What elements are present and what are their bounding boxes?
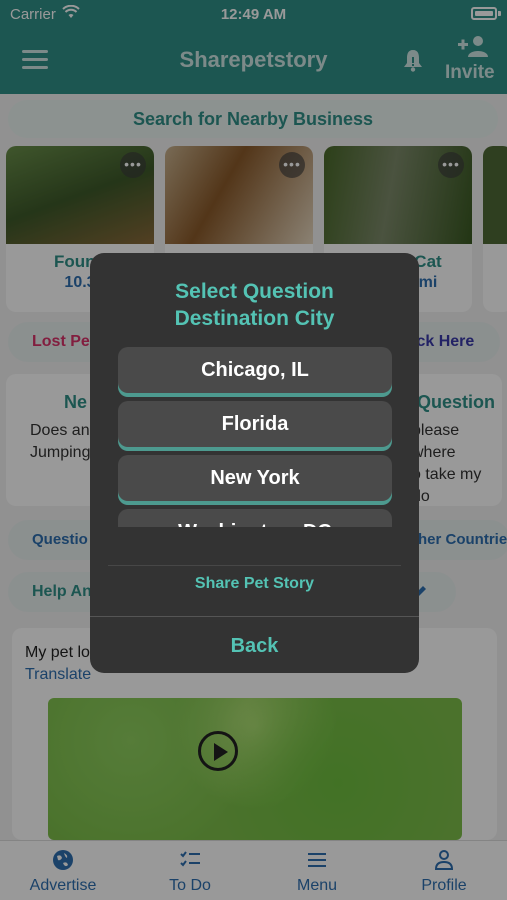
select-city-dialog: Select Question Destination City Chicago…: [90, 253, 419, 673]
divider: [108, 565, 401, 566]
city-option-washington[interactable]: Washington, DC: [118, 509, 392, 527]
city-option-new-york[interactable]: New York: [118, 455, 392, 501]
city-options-list[interactable]: Chicago, IL Florida New York Washington,…: [118, 347, 392, 527]
dialog-title: Select Question Destination City: [174, 280, 335, 330]
divider: [90, 616, 419, 617]
back-button[interactable]: Back: [90, 635, 419, 658]
share-pet-story-button[interactable]: Share Pet Story: [90, 575, 419, 593]
city-option-florida[interactable]: Florida: [118, 401, 392, 447]
city-option-chicago[interactable]: Chicago, IL: [118, 347, 392, 393]
